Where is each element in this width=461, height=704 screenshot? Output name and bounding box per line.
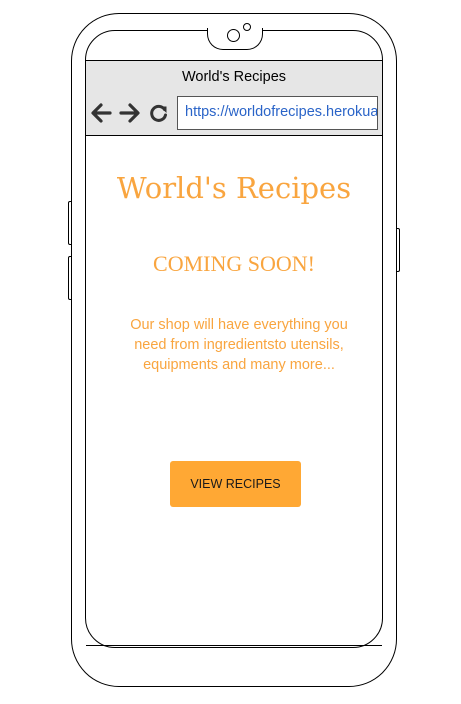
forward-button[interactable]: [119, 101, 141, 125]
volume-up-button: [68, 201, 72, 245]
shop-description: Our shop will have everything you need f…: [130, 317, 348, 373]
address-bar[interactable]: https://worldofrecipes.herokuapp.com: [177, 96, 378, 130]
reload-button[interactable]: [149, 101, 169, 125]
back-button[interactable]: [90, 101, 112, 125]
arrow-right-icon: [119, 103, 140, 123]
screen-bottom-divider: [86, 645, 382, 646]
sensor-icon: [243, 23, 251, 31]
phone-screen: World's Recipes https://worldofrecipes.h…: [85, 30, 383, 648]
volume-down-button: [68, 256, 72, 300]
browser-tab-title: World's Recipes: [181, 69, 287, 85]
browser-bar: World's Recipes https://worldofrecipes.h…: [86, 60, 382, 136]
coming-soon-heading: COMING SOON!: [153, 251, 315, 276]
arrow-left-icon: [91, 103, 112, 123]
view-recipes-button[interactable]: VIEW RECIPES: [170, 461, 301, 507]
reload-icon: [150, 104, 167, 122]
site-title: World's Recipes: [116, 171, 352, 205]
front-camera-icon: [227, 29, 240, 42]
power-button: [396, 228, 400, 272]
